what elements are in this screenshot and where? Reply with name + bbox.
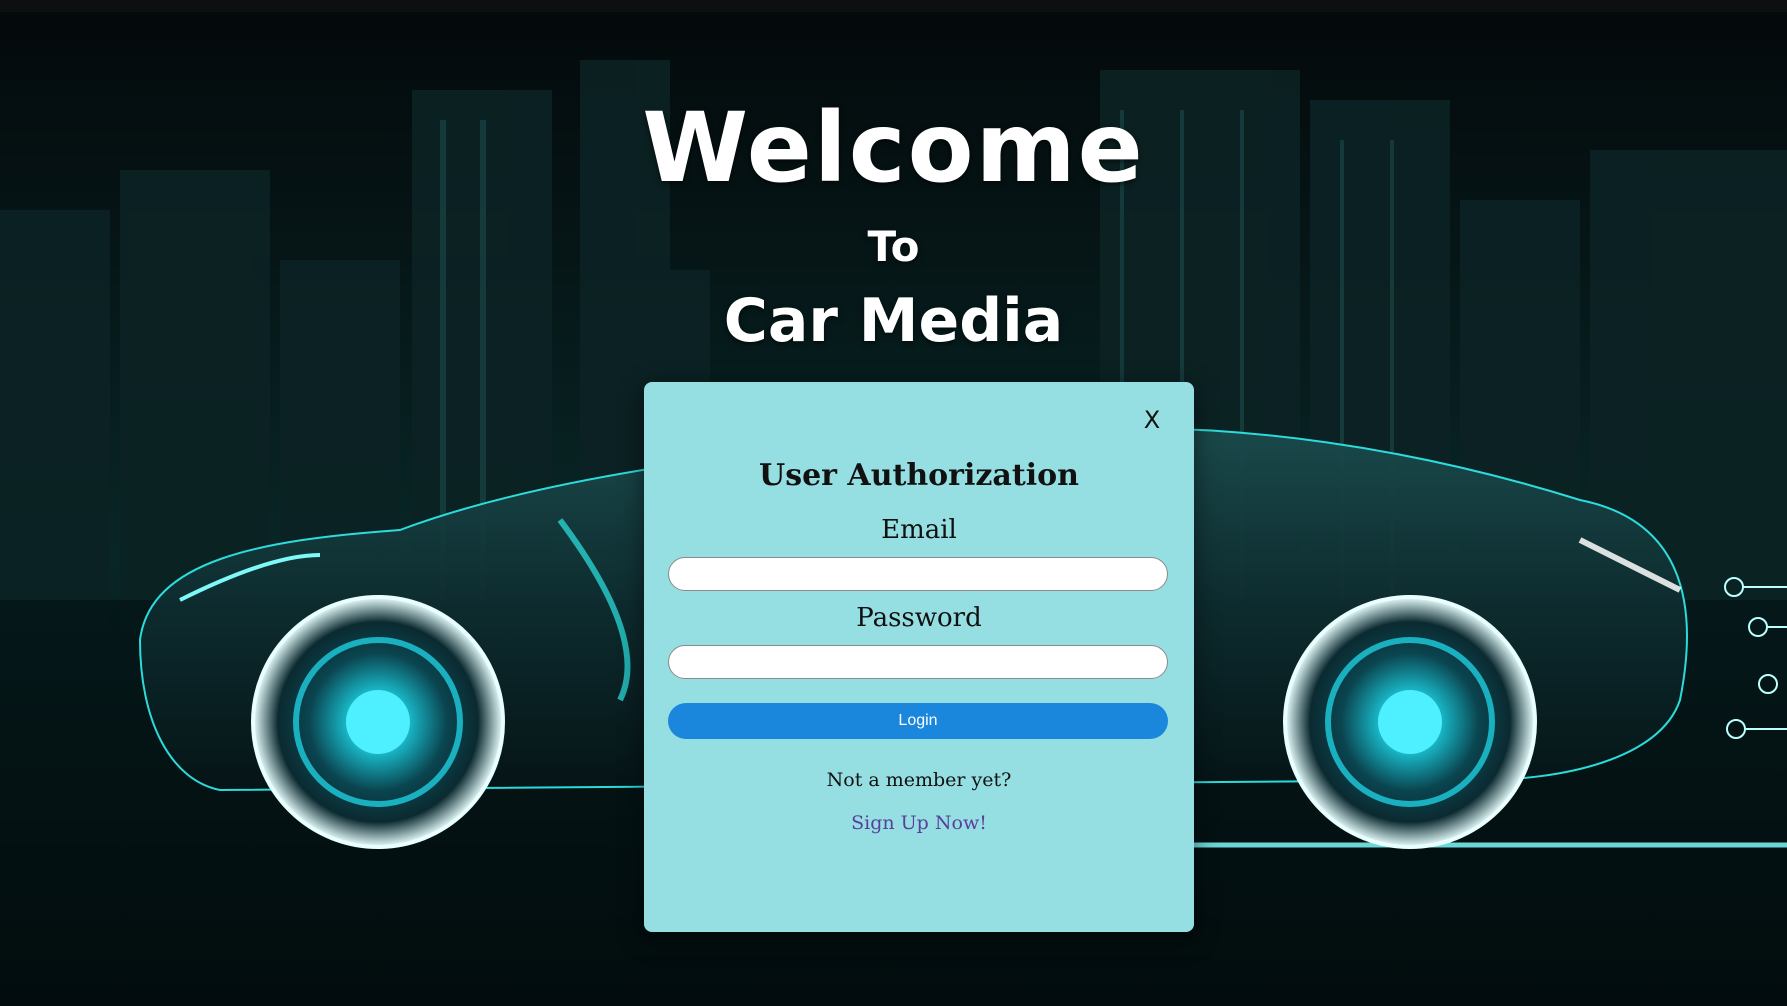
hero-brand-text: Car Media bbox=[723, 286, 1064, 356]
signup-link[interactable]: Sign Up Now! bbox=[644, 812, 1194, 834]
login-modal: X User Authorization Email Password Logi… bbox=[644, 382, 1194, 932]
email-field[interactable] bbox=[668, 557, 1168, 591]
modal-title: User Authorization bbox=[759, 458, 1079, 493]
page: Welcome To Car Media X User Authorizatio… bbox=[0, 0, 1787, 1006]
not-member-text: Not a member yet? bbox=[826, 769, 1012, 791]
email-label: Email bbox=[881, 515, 957, 545]
hero-to-text: To bbox=[867, 222, 920, 271]
password-field[interactable] bbox=[668, 645, 1168, 679]
close-button[interactable]: X bbox=[1140, 406, 1164, 434]
login-button[interactable]: Login bbox=[668, 703, 1168, 739]
hero-welcome-text: Welcome bbox=[642, 92, 1145, 204]
password-label: Password bbox=[856, 603, 982, 633]
front-wheel bbox=[251, 595, 505, 849]
rear-wheel bbox=[1283, 595, 1537, 849]
